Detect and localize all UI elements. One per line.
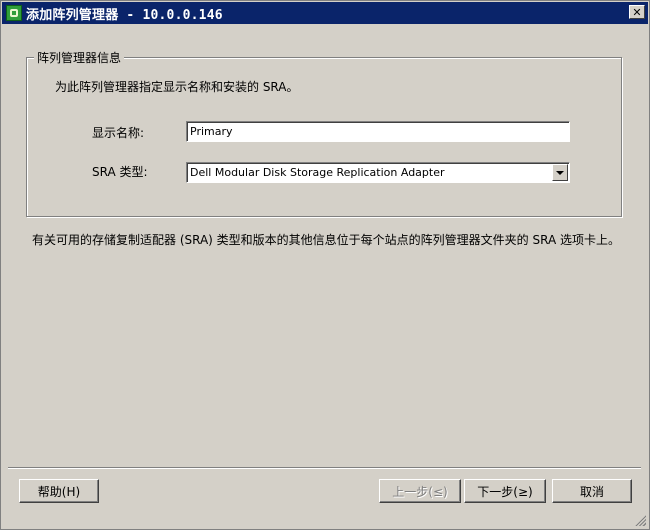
close-icon[interactable]: ✕ bbox=[629, 5, 645, 19]
footer-separator bbox=[8, 467, 641, 469]
display-name-input[interactable] bbox=[186, 121, 570, 142]
sra-info-text: 有关可用的存储复制适配器 (SRA) 类型和版本的其他信息位于每个站点的阵列管理… bbox=[32, 233, 620, 247]
group-legend: 阵列管理器信息 bbox=[34, 49, 125, 66]
group-description: 为此阵列管理器指定显示名称和安装的 SRA。 bbox=[55, 80, 299, 94]
next-button[interactable]: 下一步(≥) bbox=[464, 479, 546, 503]
title-bar[interactable]: 添加阵列管理器 - 10.0.0.146 ✕ bbox=[2, 2, 648, 24]
window-title: 添加阵列管理器 - 10.0.0.146 bbox=[26, 7, 223, 23]
sra-type-value: Dell Modular Disk Storage Replication Ad… bbox=[190, 166, 445, 179]
resize-grip-icon[interactable] bbox=[634, 514, 646, 526]
sra-type-select[interactable]: Dell Modular Disk Storage Replication Ad… bbox=[186, 162, 570, 183]
cancel-button[interactable]: 取消 bbox=[552, 479, 632, 503]
display-name-label: 显示名称: bbox=[92, 126, 145, 140]
sra-type-label: SRA 类型: bbox=[92, 165, 148, 179]
chevron-down-icon[interactable] bbox=[552, 164, 568, 181]
help-button[interactable]: 帮助(H) bbox=[19, 479, 99, 503]
srm-app-icon bbox=[6, 5, 22, 21]
back-button[interactable]: 上一步(≤) bbox=[379, 479, 461, 503]
